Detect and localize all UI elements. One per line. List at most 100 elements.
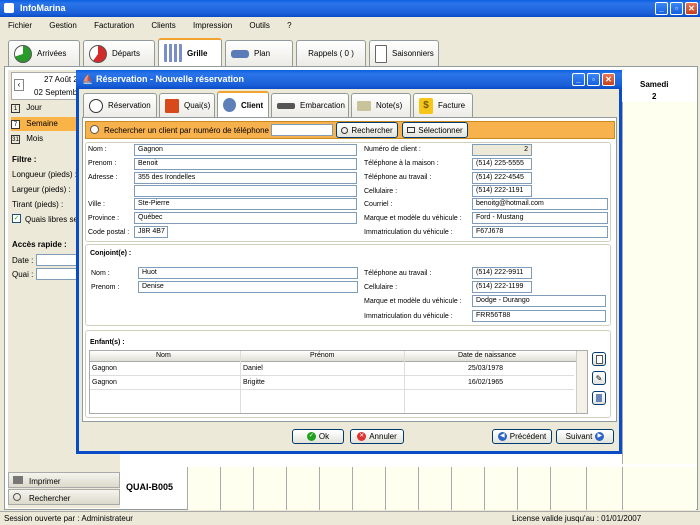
conjoint-cellulaire-field[interactable]: (514) 222-1199 (472, 281, 532, 293)
menu-fichier[interactable]: Fichier (8, 21, 32, 30)
grid-cell[interactable] (550, 467, 586, 510)
dialog-tab-client[interactable]: Client (217, 91, 269, 117)
postal-field[interactable]: J8R 4B7 (134, 226, 168, 238)
menu-facturation[interactable]: Facturation (94, 21, 134, 30)
col-header-nom[interactable]: Nom (156, 352, 171, 359)
conjoint-tel-travail-label: Téléphone au travail : (364, 270, 432, 277)
grid-cell[interactable] (586, 467, 622, 510)
grid-cell[interactable] (319, 467, 352, 510)
filter-length-label: Longueur (pieds) : (12, 170, 77, 179)
dialog-tab-embarcation[interactable]: Embarcation (271, 93, 349, 117)
tab-arrivees[interactable]: Arrivées (8, 40, 80, 66)
menu-help[interactable]: ? (287, 21, 291, 30)
dialog-tab-notes[interactable]: Note(s) (351, 93, 411, 117)
table-scrollbar[interactable] (576, 351, 587, 413)
grid-cell[interactable] (253, 467, 286, 510)
search-button[interactable]: Rechercher (8, 489, 120, 505)
tab-saisonniers[interactable]: Saisonniers (369, 40, 439, 66)
tab-label: Rappels ( 0 ) (308, 49, 354, 58)
cellulaire-field[interactable]: (514) 222-1191 (472, 185, 532, 197)
adresse-line1-field[interactable]: 355 des Irondelles (134, 172, 357, 184)
grid-cell[interactable] (622, 467, 696, 510)
dialog-minimize-button[interactable]: _ (572, 73, 585, 86)
province-field[interactable]: Québec (134, 212, 357, 224)
edit-child-button[interactable]: ✎ (592, 371, 606, 385)
tab-rappels[interactable]: Rappels ( 0 ) (296, 40, 366, 66)
cell-prenom: Brigitte (243, 379, 265, 386)
conjoint-prenom-field[interactable]: Denise (138, 281, 358, 293)
view-label: Semaine (26, 119, 58, 128)
table-row[interactable]: Gagnon Brigitte 16/02/1965 (90, 377, 574, 390)
grid-cell[interactable] (286, 467, 319, 510)
grid-cell[interactable] (220, 467, 253, 510)
dialog-tab-reservation[interactable]: Réservation (83, 93, 157, 117)
ville-field[interactable]: Ste-Pierre (134, 198, 357, 210)
tab-plan[interactable]: Plan (225, 40, 293, 66)
grid-cell[interactable] (352, 467, 385, 510)
search-icon (341, 126, 349, 134)
tel-travail-field[interactable]: (514) 222-4545 (472, 172, 532, 184)
add-child-button[interactable] (592, 352, 606, 366)
annuler-button[interactable]: ✕ Annuler (350, 429, 404, 444)
adresse-line2-field[interactable] (134, 185, 357, 197)
calendar-column (622, 102, 696, 464)
nom-field[interactable]: Gagnon (134, 144, 357, 156)
phone-search-bar: Rechercher un client par numéro de télép… (85, 121, 615, 139)
conjoint-immat-field[interactable]: FRR56T88 (472, 310, 606, 322)
trash-icon (596, 394, 602, 402)
conjoint-nom-field[interactable]: Huot (138, 267, 358, 279)
grid-cell[interactable] (451, 467, 484, 510)
suivant-button[interactable]: Suivant ▶ (556, 429, 614, 444)
calendar-month-icon: 31 (11, 135, 20, 144)
vehicule-field[interactable]: Ford - Mustang (472, 212, 608, 224)
precedent-button[interactable]: ◀ Précédent (492, 429, 552, 444)
courriel-field[interactable]: benoitg@hotmail.com (472, 198, 608, 210)
dialog-maximize-button[interactable]: ▫ (587, 73, 600, 86)
prenom-field[interactable]: Benoit (134, 158, 357, 170)
menu-gestion[interactable]: Gestion (49, 21, 77, 30)
menu-impression[interactable]: Impression (193, 21, 232, 30)
maximize-button[interactable]: ▫ (670, 2, 683, 15)
filter-draft-label: Tirant (pieds) : (12, 200, 64, 209)
col-header-prenom[interactable]: Prénom (310, 352, 335, 359)
dialog-tab-quais[interactable]: Quai(s) (159, 93, 215, 117)
prev-arrow-button[interactable]: ‹ (14, 79, 24, 91)
rechercher-button[interactable]: Rechercher (336, 122, 398, 138)
conjoint-vehicule-field[interactable]: Dodge - Durango (472, 295, 606, 307)
menu-clients[interactable]: Clients (151, 21, 175, 30)
col-header-date[interactable]: Date de naissance (458, 352, 516, 359)
cell-nom: Gagnon (92, 365, 117, 372)
conjoint-prenom-label: Prenom : (91, 284, 120, 291)
grid-cell[interactable] (187, 467, 220, 510)
delete-child-button[interactable] (592, 391, 606, 405)
conjoint-vehicule-label: Marque et modèle du véhicule : (364, 298, 462, 305)
dialog-close-button[interactable]: ✕ (602, 73, 615, 86)
quick-date-label: Date : (12, 256, 34, 265)
phone-search-input[interactable] (271, 124, 333, 136)
grid-cell[interactable] (517, 467, 550, 510)
table-row[interactable]: Gagnon Daniel 25/03/1978 (90, 363, 574, 376)
grid-cell[interactable] (418, 467, 451, 510)
grid-cell[interactable] (484, 467, 517, 510)
grid-cell[interactable] (385, 467, 418, 510)
selectionner-button[interactable]: Sélectionner (402, 122, 468, 138)
enfants-title: Enfant(s) : (90, 339, 125, 346)
close-button[interactable]: ✕ (685, 2, 698, 15)
minimize-button[interactable]: _ (655, 2, 668, 15)
tel-maison-field[interactable]: (514) 225-5555 (472, 158, 532, 170)
tab-departs[interactable]: Départs (83, 40, 155, 66)
ok-button[interactable]: ✓ Ok (292, 429, 344, 444)
free-docks-checkbox[interactable]: ✓ (12, 214, 21, 223)
print-button[interactable]: Imprimer (8, 472, 120, 488)
quick-access-title: Accès rapide : (12, 240, 67, 249)
tab-label: Facture (438, 101, 466, 110)
tab-label: Grille (187, 48, 208, 58)
tel-maison-label: Téléphone à la maison : (364, 160, 439, 167)
tel-travail-label: Téléphone au travail : (364, 174, 432, 181)
dialog-tab-facture[interactable]: $ Facture (413, 93, 473, 117)
conjoint-tel-travail-field[interactable]: (514) 222-9911 (472, 267, 532, 279)
menu-outils[interactable]: Outils (249, 21, 269, 30)
tab-grille[interactable]: Grille (158, 38, 222, 66)
house-icon (165, 98, 179, 113)
immat-field[interactable]: F67J678 (472, 226, 608, 238)
